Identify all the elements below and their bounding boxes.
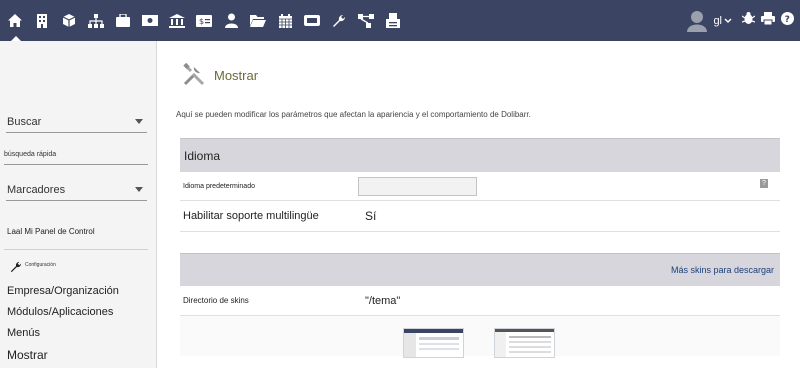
building-icon[interactable] bbox=[31, 9, 53, 33]
print-icon[interactable] bbox=[761, 11, 775, 30]
sidebar-item-company[interactable]: Empresa/Organización bbox=[7, 285, 119, 297]
sidebar-item-display[interactable]: Mostrar bbox=[7, 348, 48, 362]
bookmarks-select-label: Marcadores bbox=[7, 183, 66, 196]
wrench-icon bbox=[10, 261, 22, 273]
sidebar-divider bbox=[4, 249, 148, 250]
invoice-icon[interactable]: $ bbox=[193, 9, 215, 33]
left-sidebar: Buscar búsqueda rápida Marcadores Laal M… bbox=[0, 41, 157, 368]
page-header: Mostrar bbox=[182, 63, 258, 87]
help-icon[interactable]: ? bbox=[781, 11, 794, 30]
chevron-down-icon bbox=[135, 187, 143, 192]
skins-section-header: Más skins para descargar bbox=[180, 253, 780, 286]
chevron-down-icon bbox=[724, 17, 732, 23]
search-select[interactable]: Buscar bbox=[6, 111, 147, 133]
skins-dir-value: "/tema" bbox=[365, 294, 401, 307]
language-section-header: Idioma bbox=[180, 138, 780, 172]
skin-thumbnail-md[interactable] bbox=[494, 328, 555, 358]
user-icon[interactable] bbox=[220, 9, 242, 33]
briefcase-icon[interactable] bbox=[112, 9, 134, 33]
bank-icon[interactable] bbox=[166, 9, 188, 33]
chevron-down-icon bbox=[135, 119, 143, 124]
default-language-select[interactable] bbox=[358, 176, 477, 196]
skin-thumbnails bbox=[180, 316, 780, 358]
user-login[interactable]: gl bbox=[713, 15, 732, 27]
config-label: Configuración bbox=[25, 262, 56, 268]
multilang-value[interactable]: Sí bbox=[365, 209, 376, 223]
main-content: Mostrar Aquí se pueden modificar los par… bbox=[158, 41, 800, 368]
sitemap-icon[interactable] bbox=[85, 9, 107, 33]
quick-search-input[interactable]: búsqueda rápida bbox=[4, 145, 148, 165]
money-icon[interactable] bbox=[139, 9, 161, 33]
tools-icon bbox=[183, 63, 205, 86]
user-code-text: gl bbox=[713, 14, 722, 27]
sidebar-item-menus[interactable]: Menús bbox=[7, 327, 40, 339]
ticket-icon[interactable] bbox=[301, 9, 323, 33]
search-select-label: Buscar bbox=[7, 115, 42, 128]
sidebar-item-modules[interactable]: Módulos/Aplicaciones bbox=[7, 306, 113, 318]
default-language-row: Idioma predeterminado ? bbox=[180, 172, 780, 201]
avatar[interactable] bbox=[687, 10, 708, 32]
default-language-label: Idioma predeterminado bbox=[183, 182, 255, 190]
quick-search-placeholder: búsqueda rápida bbox=[4, 151, 57, 158]
page-description: Aquí se pueden modificar los parámetros … bbox=[176, 110, 531, 119]
info-icon[interactable]: ? bbox=[760, 179, 768, 188]
user-area: gl ? bbox=[687, 0, 794, 41]
folder-open-icon[interactable] bbox=[247, 9, 269, 33]
page-title: Mostrar bbox=[214, 67, 259, 83]
bug-icon[interactable] bbox=[741, 11, 756, 30]
language-section: Idioma Idioma predeterminado ? Habilitar… bbox=[180, 138, 780, 232]
box-icon[interactable] bbox=[58, 9, 80, 33]
dashboard-link[interactable]: Laal Mi Panel de Control bbox=[7, 227, 95, 236]
skins-dir-row: Directorio de skins "/tema" bbox=[180, 286, 780, 316]
home-icon[interactable] bbox=[4, 9, 26, 42]
calendar-icon[interactable] bbox=[274, 9, 296, 33]
multilang-label: Habilitar soporte multilingüe bbox=[183, 210, 319, 222]
download-skins-link[interactable]: Más skins para descargar bbox=[671, 265, 774, 275]
multilang-row: Habilitar soporte multilingüe Sí bbox=[180, 201, 780, 232]
skin-thumbnail-eldy[interactable] bbox=[403, 328, 464, 358]
print-queue-icon[interactable] bbox=[382, 9, 404, 33]
top-nav: $ bbox=[0, 0, 409, 42]
top-menu-bar: $ gl ? bbox=[0, 0, 800, 42]
bookmarks-select[interactable]: Marcadores bbox=[6, 179, 147, 201]
skins-section: Más skins para descargar Directorio de s… bbox=[180, 253, 780, 358]
svg-text:?: ? bbox=[785, 15, 790, 25]
nodes-icon[interactable] bbox=[355, 9, 377, 33]
skins-dir-label: Directorio de skins bbox=[183, 296, 249, 305]
wrench-icon[interactable] bbox=[328, 9, 350, 33]
svg-text:$: $ bbox=[199, 17, 204, 26]
sidebar-config-header[interactable]: Configuración bbox=[10, 261, 56, 273]
